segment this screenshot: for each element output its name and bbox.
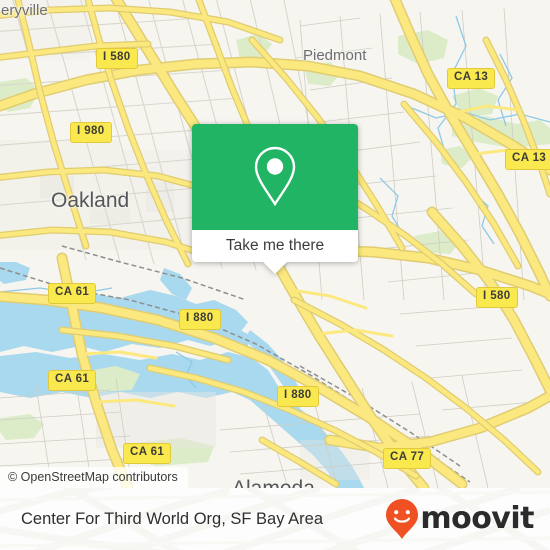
osm-attribution[interactable]: © OpenStreetMap contributors <box>0 467 188 488</box>
place-label-alameda: Alameda <box>232 477 315 488</box>
moovit-wordmark: moovit <box>420 501 534 536</box>
place-label-emeryville: eryville <box>1 2 48 19</box>
take-me-there-label: Take me there <box>225 237 325 254</box>
road-shield-ca13-e: CA 13 <box>505 149 550 170</box>
map-canvas[interactable]: .w { fill:#a9d9ee; } .pk { fill:#dcecc8;… <box>0 0 550 488</box>
map-screenshot: .w { fill:#a9d9ee; } .pk { fill:#dcecc8;… <box>0 0 550 550</box>
road-shield-i580-e: I 580 <box>476 287 518 308</box>
road-shield-ca61-m: CA 61 <box>48 370 97 391</box>
callout-action-bar[interactable]: Take me there <box>192 230 358 274</box>
moovit-pin-smiley-icon <box>386 499 419 539</box>
take-me-there-callout[interactable]: Take me there <box>192 124 358 274</box>
footer-bar: Center For Third World Org, SF Bay Area … <box>0 488 550 550</box>
place-label-piedmont: Piedmont <box>303 47 367 64</box>
place-label-oakland: Oakland <box>51 189 130 212</box>
callout-pin-panel <box>192 124 358 230</box>
road-shield-i880-s: I 880 <box>277 386 319 407</box>
location-title: Center For Third World Org, SF Bay Area <box>21 509 323 528</box>
road-shield-i980: I 980 <box>70 122 112 143</box>
road-shield-i580-nw: I 580 <box>96 48 138 69</box>
location-pin-icon <box>254 146 296 207</box>
road-shield-ca77: CA 77 <box>383 448 432 469</box>
road-shield-ca13-n: CA 13 <box>447 68 496 89</box>
road-shield-i880-n: I 880 <box>179 309 221 330</box>
road-shield-ca61-s: CA 61 <box>123 443 172 464</box>
moovit-logo[interactable]: moovit <box>385 498 534 540</box>
road-shield-ca61-n: CA 61 <box>48 283 97 304</box>
callout-pointer-arrow <box>263 262 287 274</box>
